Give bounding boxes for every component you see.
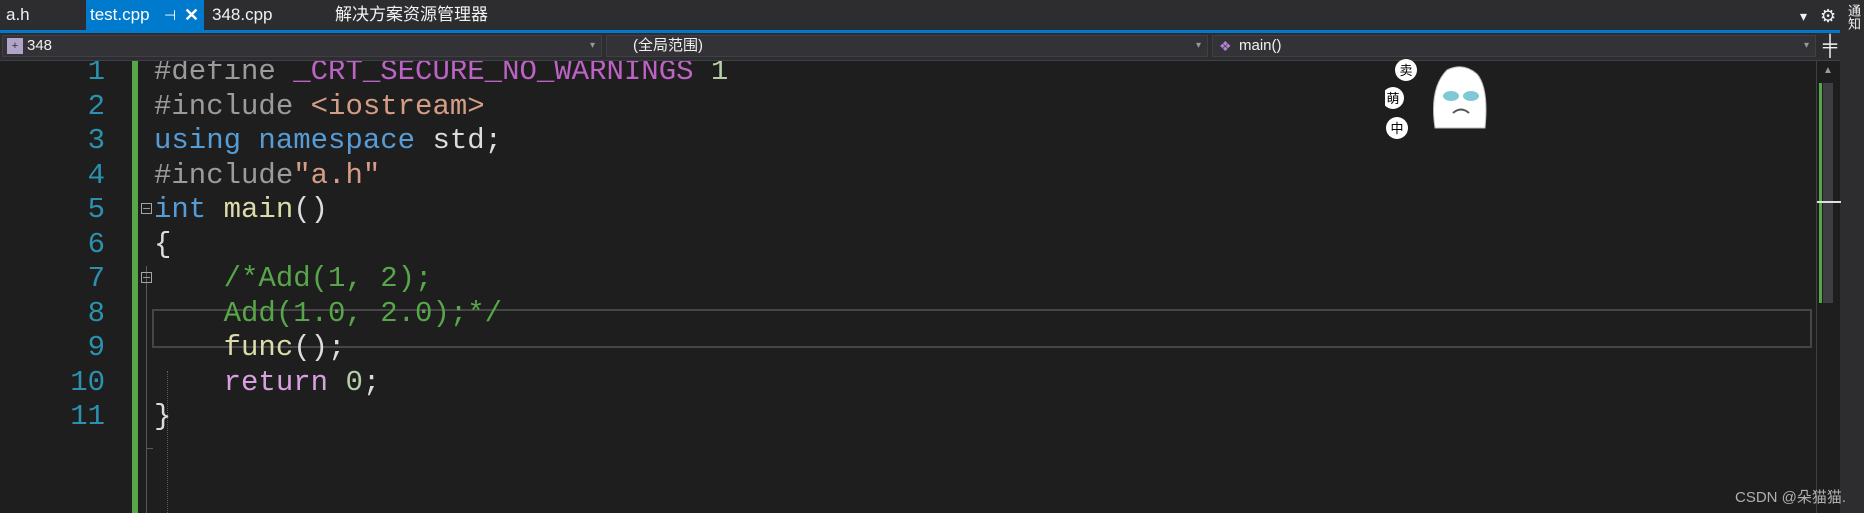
pin-icon[interactable]: ⊣ [164, 0, 176, 30]
watermark: CSDN @朵猫猫. [1735, 489, 1847, 506]
sticker-eye [1443, 91, 1459, 101]
collapse-icon[interactable]: − [141, 203, 152, 214]
code-token: main [223, 193, 294, 226]
code-token: #include [154, 89, 311, 123]
member-name: main() [1239, 37, 1282, 54]
document-tab-strip: a.h test.cpp ⊣ ✕ 348.cpp 解决方案资源管理器 ▾ ⚙ [0, 0, 1840, 33]
tab-label: 348.cpp [212, 5, 273, 24]
code-token: Add(1.0, 2.0);*/ [223, 296, 503, 330]
code-token: } [154, 400, 172, 433]
line-number: 11 [70, 400, 105, 433]
code-token: (); [293, 331, 346, 364]
code-token: <iostream> [310, 89, 485, 123]
close-icon[interactable]: ✕ [184, 0, 199, 30]
code-token: return [223, 365, 329, 399]
member-dropdown[interactable]: ❖ main() ▾ [1212, 35, 1816, 57]
scope-dropdown[interactable]: (全局范围) ▾ [606, 35, 1208, 57]
chevron-down-icon: ▾ [1195, 40, 1201, 51]
scroll-up-icon[interactable]: ▲ [1823, 65, 1833, 76]
code-token: { [154, 227, 172, 261]
caret-marker [1817, 201, 1841, 203]
code-token: 1 [710, 61, 729, 88]
code-token: std; [415, 124, 503, 157]
method-cube-icon: ❖ [1219, 38, 1232, 54]
code-token: func [223, 331, 294, 364]
split-window-icon[interactable]: ╪ [1820, 35, 1840, 57]
notifications-strip: 通知 [1840, 0, 1864, 513]
sticker-text: 卖 [1399, 64, 1412, 79]
project-name: 348 [27, 37, 53, 54]
code-text: } [154, 396, 171, 437]
tab-test-cpp[interactable]: test.cpp ⊣ ✕ [86, 0, 204, 30]
project-icon: + [7, 38, 23, 54]
chevron-down-icon: ▾ [1803, 40, 1809, 51]
code-token: () [293, 193, 329, 226]
code-token: 0 [345, 365, 363, 399]
tab-label: test.cpp [90, 5, 150, 24]
sticker-image: 卖 萌 中 [1385, 59, 1487, 139]
tab-label: a.h [6, 5, 30, 24]
code-token: #include [154, 158, 294, 192]
gear-icon[interactable]: ⚙ [1820, 0, 1836, 33]
collapse-icon[interactable]: − [141, 272, 152, 283]
code-token: int [154, 193, 207, 226]
code-line[interactable]: 11} [0, 396, 1820, 437]
notifications-tab[interactable]: 通知 [1844, 4, 1863, 30]
change-marker [1819, 83, 1822, 303]
tab-label: 解决方案资源管理器 [335, 5, 488, 24]
chevron-down-icon: ▾ [589, 40, 595, 51]
code-token: using [154, 124, 242, 157]
code-token: _CRT_SECURE_NO_WARNINGS [293, 61, 694, 88]
code-token: /*Add(1, 2); [223, 262, 433, 295]
project-dropdown[interactable]: + 348 ▾ [2, 35, 602, 57]
vertical-scrollbar[interactable]: ▲ [1816, 61, 1841, 513]
sticker-text: 中 [1390, 122, 1403, 137]
tab-solution-explorer[interactable]: 解决方案资源管理器 [335, 0, 505, 30]
code-token: namespace [258, 124, 416, 157]
code-token: ; [362, 365, 381, 399]
tab-list-dropdown-icon[interactable]: ▾ [1800, 0, 1807, 33]
code-token: "a.h" [293, 158, 381, 192]
tab-348-cpp[interactable]: 348.cpp [212, 0, 312, 30]
navigation-bar: + 348 ▾ (全局范围) ▾ ❖ main() ▾ ╪ [0, 33, 1840, 61]
scope-name: (全局范围) [633, 37, 703, 54]
sticker-text: 萌 [1386, 92, 1399, 107]
tab-a-h[interactable]: a.h [6, 0, 86, 30]
code-token: #define [154, 61, 294, 88]
scroll-thumb[interactable] [1823, 83, 1833, 303]
code-editor[interactable]: 1 #define _CRT_SECURE_NO_WARNINGS 1 2 #incl… [0, 61, 1820, 513]
sticker-eye [1463, 91, 1479, 101]
